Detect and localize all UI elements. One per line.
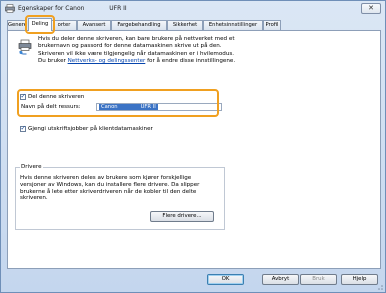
tab-sharing[interactable]: Deling <box>28 18 52 31</box>
tab-color-management[interactable]: Fargebehandling <box>111 20 167 30</box>
close-button[interactable]: ✕ <box>361 3 381 14</box>
drivers-title: Drivere <box>20 164 43 170</box>
ok-button[interactable]: OK <box>207 274 244 285</box>
sharing-panel: Hvis du deler denne skriveren, kan bare … <box>7 30 381 269</box>
drivers-description: Hvis denne skriveren deles av brukere so… <box>20 175 200 202</box>
info-line-2: brukernavn og passord for denne datamask… <box>38 43 222 50</box>
tab-general[interactable]: Genere <box>7 20 27 30</box>
resize-grip-icon[interactable] <box>375 282 384 291</box>
tab-profile[interactable]: Profil <box>263 20 281 30</box>
tab-ports[interactable]: orter <box>51 20 77 30</box>
render-jobs-checkbox[interactable]: ✓ <box>20 124 26 132</box>
tab-security[interactable]: Sikkerhet <box>167 20 203 30</box>
printer-properties-dialog: Egenskaper for Canon UFR II ✕ Genere Del… <box>0 0 386 293</box>
drivers-group: Drivere Hvis denne skriveren deles av br… <box>15 164 225 230</box>
tab-advanced[interactable]: Avansert <box>77 20 111 30</box>
printer-icon <box>5 4 15 13</box>
share-name-label: Navn på delt ressurs: <box>21 104 81 110</box>
tab-strip: Genere Deling orter Avansert Fargebehand… <box>7 18 379 31</box>
cancel-button[interactable]: Avbryt <box>262 274 299 285</box>
sharing-info-text: Hvis du deler denne skriveren, kan bare … <box>38 36 268 65</box>
close-icon: ✕ <box>368 4 374 12</box>
info-prefix: Du bruker <box>38 57 68 64</box>
info-line-4: Du bruker Nettverks- og delingssenter fo… <box>38 58 268 65</box>
share-name-value: Canon UFR II <box>99 104 158 110</box>
network-sharing-center-link[interactable]: Nettverks- og delingssenter <box>68 58 146 64</box>
help-button[interactable]: Hjelp <box>341 274 378 285</box>
info-line-3: Skriveren vil ikke være tilgjengelig når… <box>38 50 235 57</box>
render-jobs-label: Gjengi utskriftsjobber på klientdatamask… <box>28 126 153 132</box>
share-name-input[interactable]: Canon UFR II <box>96 103 222 111</box>
info-suffix: for å endre disse innstillingene. <box>145 57 236 64</box>
additional-drivers-button[interactable]: Flere drivere... <box>150 211 214 222</box>
tab-device-settings[interactable]: Enhetsinnstillinger <box>203 20 263 30</box>
checkmark-icon: ✓ <box>20 124 26 132</box>
checkmark-icon: ✓ <box>20 92 26 100</box>
apply-button[interactable]: Bruk <box>300 274 337 285</box>
share-printer-checkbox[interactable]: ✓ <box>20 92 26 100</box>
window-title: Egenskaper for Canon UFR II <box>18 5 127 12</box>
share-printer-label: Del denne skriveren <box>28 94 85 100</box>
title-bar: Egenskaper for Canon UFR II ✕ <box>1 1 385 17</box>
shared-printer-icon <box>18 39 32 55</box>
